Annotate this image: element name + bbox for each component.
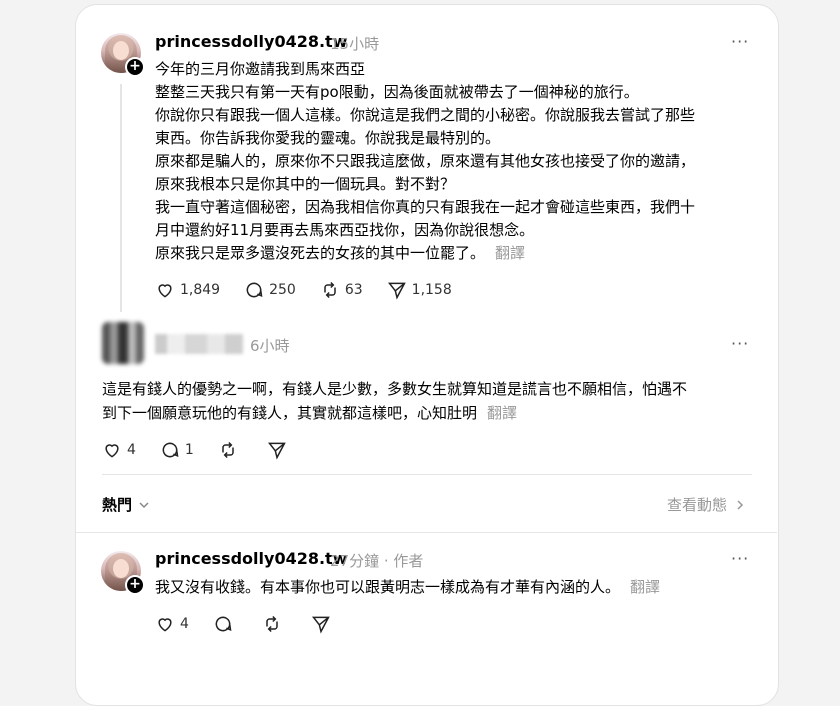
like-count: 4	[127, 442, 136, 458]
reply1-actions: 4 1	[102, 440, 316, 460]
like-button[interactable]: 4	[155, 614, 189, 634]
repost-icon	[266, 615, 278, 633]
reply1-time[interactable]: 6小時	[250, 335, 290, 356]
comment-icon	[215, 616, 232, 632]
post-line: 你說你只有跟我一個人這樣。你說這是我們之間的小秘密。你說服我去嘗試了那些	[155, 106, 696, 124]
avatar-face	[113, 41, 129, 60]
post-line: 原來我只是眾多還沒死去的女孩的其中一位罷了。	[155, 244, 486, 262]
reply2-text: 我又沒有收錢。有本事你也可以跟黃明志一樣成為有才華有內涵的人。	[155, 578, 621, 596]
reply2-username[interactable]: princessdolly0428.tw	[155, 549, 347, 568]
view-activity-label: 查看動態	[667, 496, 728, 514]
post-line-last: 原來我只是眾多還沒死去的女孩的其中一位罷了。 翻譯	[155, 242, 755, 265]
reply1-body: 這是有錢人的優勢之一啊，有錢人是少數，多數女生就算知道是謊言也不願相信，怕遇不 …	[102, 377, 762, 425]
thread-line	[120, 84, 122, 312]
post-username[interactable]: princessdolly0428.tw	[155, 32, 347, 51]
repost-button[interactable]	[262, 614, 287, 634]
reply1-more-icon[interactable]: ···	[731, 334, 749, 353]
post-line: 整整三天我只有第一天有po限動，因為後面就被帶去了一個神秘的旅行。	[155, 83, 639, 101]
reply2-actions: 4	[155, 614, 360, 634]
heart-icon	[158, 618, 172, 632]
commenter-name-blurred[interactable]	[155, 334, 243, 354]
avatar-face	[113, 559, 129, 578]
comment-icon	[162, 442, 179, 458]
repost-button[interactable]	[218, 440, 243, 460]
repost-count: 63	[344, 282, 363, 298]
share-button[interactable]	[311, 614, 336, 634]
post-line: 今年的三月你邀請我到馬來西亞	[155, 60, 366, 78]
post-line: 月中還約好11月要再去馬來西亞找你，因為你說很想念。	[155, 221, 535, 239]
follow-plus-icon[interactable]: +	[125, 575, 145, 595]
post-body: 今年的三月你邀請我到馬來西亞 整整三天我只有第一天有po限動，因為後面就被帶去了…	[155, 58, 755, 265]
send-icon	[387, 282, 406, 300]
repost-icon	[324, 281, 336, 299]
send-icon	[267, 442, 286, 460]
post-line: 我一直守著這個秘密，因為我相信你真的只有跟我在一起才會碰這些東西，我們十	[155, 198, 696, 216]
heart-icon	[105, 444, 119, 458]
reply2-body: 我又沒有收錢。有本事你也可以跟黃明志一樣成為有才華有內涵的人。 翻譯	[155, 576, 755, 599]
share-button[interactable]	[267, 440, 292, 460]
reply2-time-text[interactable]: 27分鐘	[330, 552, 379, 570]
author-tag: 作者	[393, 552, 424, 570]
heart-icon	[158, 284, 172, 298]
reply1-line-last: 到下一個願意玩他的有錢人，其實就都這樣吧，心知肚明 翻譯	[102, 401, 762, 425]
reply2-time: 27分鐘 · 作者	[330, 550, 423, 571]
reply1-line: 這是有錢人的優勢之一啊，有錢人是少數，多數女生就算知道是謊言也不願相信，怕遇不	[102, 380, 688, 398]
like-count: 1,849	[180, 282, 221, 298]
comment-button[interactable]	[213, 614, 238, 634]
separator-dot: ·	[383, 552, 394, 570]
translate-link[interactable]: 翻譯	[495, 244, 525, 262]
post-time[interactable]: 15小時	[330, 33, 379, 54]
sort-dropdown[interactable]: 熱門	[102, 494, 150, 515]
post-more-icon[interactable]: ···	[731, 32, 749, 51]
post-actions: 1,849 250 63 1,158	[155, 280, 476, 300]
like-count: 4	[180, 616, 189, 632]
chevron-right-icon	[737, 499, 744, 510]
like-button[interactable]: 1,849	[155, 280, 220, 300]
comment-icon	[246, 282, 263, 298]
reply2-line: 我又沒有收錢。有本事你也可以跟黃明志一樣成為有才華有內涵的人。 翻譯	[155, 576, 755, 599]
comment-button[interactable]: 250	[244, 280, 296, 300]
translate-link[interactable]: 翻譯	[630, 578, 660, 596]
like-button[interactable]: 4	[102, 440, 136, 460]
share-count: 1,158	[411, 282, 452, 298]
follow-plus-icon[interactable]: +	[125, 57, 145, 77]
divider	[75, 532, 777, 533]
chevron-down-icon	[139, 501, 149, 508]
sort-label: 熱門	[102, 496, 133, 514]
reply1-line: 到下一個願意玩他的有錢人，其實就都這樣吧，心知肚明	[102, 404, 478, 422]
repost-icon	[222, 441, 234, 459]
view-activity-link[interactable]: 查看動態	[667, 494, 745, 515]
comment-button[interactable]: 1	[160, 440, 194, 460]
commenter-avatar-blurred[interactable]	[102, 322, 144, 364]
reply2-more-icon[interactable]: ···	[731, 549, 749, 568]
post-line: 原來我根本只是你其中的一個玩具。對不對？	[155, 175, 456, 193]
comment-count: 250	[269, 282, 296, 298]
comment-count: 1	[184, 442, 194, 458]
repost-button[interactable]: 63	[320, 280, 363, 300]
translate-link[interactable]: 翻譯	[487, 404, 517, 422]
post-line: 原來都是騙人的，原來你不只跟我這麼做，原來還有其他女孩也接受了你的邀請，	[155, 152, 696, 170]
divider	[102, 474, 752, 475]
post-line: 東西。你告訴我你愛我的靈魂。你說我是最特別的。	[155, 129, 501, 147]
share-button[interactable]: 1,158	[387, 280, 452, 300]
send-icon	[311, 616, 330, 634]
